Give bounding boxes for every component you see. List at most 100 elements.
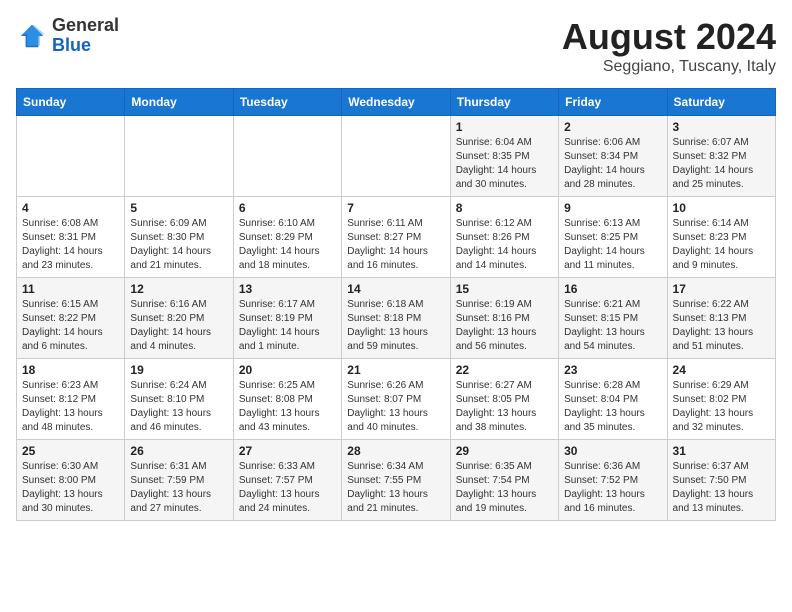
weekday-header: Thursday [450, 89, 558, 116]
day-info: Sunrise: 6:21 AM Sunset: 8:15 PM Dayligh… [564, 298, 661, 354]
day-number: 3 [673, 120, 770, 134]
calendar-day-cell: 31Sunrise: 6:37 AM Sunset: 7:50 PM Dayli… [667, 440, 775, 521]
calendar-day-cell: 17 Sunrise: 6:22 AM Sunset: 8:13 PM Dayli… [667, 278, 775, 359]
calendar-day-cell: 1 Sunrise: 6:04 AM Sunset: 8:35 PM Daylig… [450, 116, 558, 197]
calendar-day-cell: 7Sunrise: 6:11 AM Sunset: 8:27 PM Daylig… [342, 197, 450, 278]
day-number: 1 [456, 120, 553, 134]
logo-icon [16, 20, 48, 52]
day-info: Sunrise: 6:30 AM Sunset: 8:00 PM Dayligh… [22, 460, 119, 516]
weekday-header: Tuesday [233, 89, 341, 116]
day-info: Sunrise: 6:25 AM Sunset: 8:08 PM Dayligh… [239, 379, 336, 435]
calendar-week-row: 4 Sunrise: 6:08 AM Sunset: 8:31 PM Daylig… [17, 197, 776, 278]
calendar-day-cell: 12Sunrise: 6:16 AM Sunset: 8:20 PM Dayli… [125, 278, 233, 359]
calendar-day-cell: 25 Sunrise: 6:30 AM Sunset: 8:00 PM Dayli… [17, 440, 125, 521]
day-number: 20 [239, 363, 336, 377]
calendar-day-cell: 9 Sunrise: 6:13 AM Sunset: 8:25 PM Daylig… [559, 197, 667, 278]
weekday-header: Friday [559, 89, 667, 116]
day-number: 4 [22, 201, 119, 215]
calendar-day-cell: 11Sunrise: 6:15 AM Sunset: 8:22 PM Dayli… [17, 278, 125, 359]
day-number: 6 [239, 201, 336, 215]
day-info: Sunrise: 6:15 AM Sunset: 8:22 PM Dayligh… [22, 298, 119, 354]
calendar-day-cell: 21 Sunrise: 6:26 AM Sunset: 8:07 PM Dayli… [342, 359, 450, 440]
calendar-day-cell: 5 Sunrise: 6:09 AM Sunset: 8:30 PM Daylig… [125, 197, 233, 278]
day-number: 27 [239, 444, 336, 458]
day-number: 16 [564, 282, 661, 296]
day-number: 15 [456, 282, 553, 296]
calendar-day-cell: 27 Sunrise: 6:33 AM Sunset: 7:57 PM Dayli… [233, 440, 341, 521]
day-info: Sunrise: 6:35 AM Sunset: 7:54 PM Dayligh… [456, 460, 553, 516]
day-info: Sunrise: 6:17 AM Sunset: 8:19 PM Dayligh… [239, 298, 336, 354]
day-info: Sunrise: 6:34 AM Sunset: 7:55 PM Dayligh… [347, 460, 444, 516]
calendar-day-cell: 18 Sunrise: 6:23 AM Sunset: 8:12 PM Dayli… [17, 359, 125, 440]
calendar-day-cell: 10Sunrise: 6:14 AM Sunset: 8:23 PM Dayli… [667, 197, 775, 278]
day-info: Sunrise: 6:26 AM Sunset: 8:07 PM Dayligh… [347, 379, 444, 435]
day-number: 5 [130, 201, 227, 215]
calendar-day-cell: 8Sunrise: 6:12 AM Sunset: 8:26 PM Daylig… [450, 197, 558, 278]
title-block: August 2024 Seggiano, Tuscany, Italy [562, 16, 776, 76]
calendar-day-cell: 19 Sunrise: 6:24 AM Sunset: 8:10 PM Dayli… [125, 359, 233, 440]
calendar-day-cell: 24Sunrise: 6:29 AM Sunset: 8:02 PM Dayli… [667, 359, 775, 440]
calendar-table: SundayMondayTuesdayWednesdayThursdayFrid… [16, 88, 776, 521]
day-info: Sunrise: 6:28 AM Sunset: 8:04 PM Dayligh… [564, 379, 661, 435]
calendar-day-cell: 16 Sunrise: 6:21 AM Sunset: 8:15 PM Dayli… [559, 278, 667, 359]
calendar-week-row: 18 Sunrise: 6:23 AM Sunset: 8:12 PM Dayli… [17, 359, 776, 440]
day-info: Sunrise: 6:08 AM Sunset: 8:31 PM Dayligh… [22, 217, 119, 273]
logo-text: General Blue [52, 16, 119, 56]
day-info: Sunrise: 6:11 AM Sunset: 8:27 PM Dayligh… [347, 217, 444, 273]
calendar-day-cell: 6 Sunrise: 6:10 AM Sunset: 8:29 PM Daylig… [233, 197, 341, 278]
day-number: 17 [673, 282, 770, 296]
calendar-day-cell: 3 Sunrise: 6:07 AM Sunset: 8:32 PM Daylig… [667, 116, 775, 197]
day-info: Sunrise: 6:07 AM Sunset: 8:32 PM Dayligh… [673, 136, 770, 192]
day-info: Sunrise: 6:06 AM Sunset: 8:34 PM Dayligh… [564, 136, 661, 192]
day-number: 18 [22, 363, 119, 377]
calendar-day-cell: 20 Sunrise: 6:25 AM Sunset: 8:08 PM Dayli… [233, 359, 341, 440]
day-info: Sunrise: 6:10 AM Sunset: 8:29 PM Dayligh… [239, 217, 336, 273]
day-number: 23 [564, 363, 661, 377]
day-number: 21 [347, 363, 444, 377]
weekday-header-row: SundayMondayTuesdayWednesdayThursdayFrid… [17, 89, 776, 116]
day-number: 25 [22, 444, 119, 458]
calendar-week-row: 11Sunrise: 6:15 AM Sunset: 8:22 PM Dayli… [17, 278, 776, 359]
day-info: Sunrise: 6:12 AM Sunset: 8:26 PM Dayligh… [456, 217, 553, 273]
day-number: 19 [130, 363, 227, 377]
day-number: 13 [239, 282, 336, 296]
day-info: Sunrise: 6:27 AM Sunset: 8:05 PM Dayligh… [456, 379, 553, 435]
calendar-day-cell: 23 Sunrise: 6:28 AM Sunset: 8:04 PM Dayli… [559, 359, 667, 440]
calendar-day-cell [233, 116, 341, 197]
day-info: Sunrise: 6:04 AM Sunset: 8:35 PM Dayligh… [456, 136, 553, 192]
day-number: 9 [564, 201, 661, 215]
location: Seggiano, Tuscany, Italy [562, 58, 776, 76]
day-number: 29 [456, 444, 553, 458]
day-info: Sunrise: 6:19 AM Sunset: 8:16 PM Dayligh… [456, 298, 553, 354]
calendar-day-cell: 4 Sunrise: 6:08 AM Sunset: 8:31 PM Daylig… [17, 197, 125, 278]
calendar-day-cell: 15 Sunrise: 6:19 AM Sunset: 8:16 PM Dayli… [450, 278, 558, 359]
calendar-day-cell: 13 Sunrise: 6:17 AM Sunset: 8:19 PM Dayli… [233, 278, 341, 359]
logo-general: General [52, 15, 119, 35]
day-number: 26 [130, 444, 227, 458]
calendar-day-cell: 2 Sunrise: 6:06 AM Sunset: 8:34 PM Daylig… [559, 116, 667, 197]
day-info: Sunrise: 6:22 AM Sunset: 8:13 PM Dayligh… [673, 298, 770, 354]
calendar-day-cell [17, 116, 125, 197]
logo: General Blue [16, 16, 119, 56]
day-number: 28 [347, 444, 444, 458]
day-info: Sunrise: 6:09 AM Sunset: 8:30 PM Dayligh… [130, 217, 227, 273]
day-info: Sunrise: 6:18 AM Sunset: 8:18 PM Dayligh… [347, 298, 444, 354]
day-info: Sunrise: 6:13 AM Sunset: 8:25 PM Dayligh… [564, 217, 661, 273]
page-header: General Blue August 2024 Seggiano, Tusca… [16, 16, 776, 76]
day-info: Sunrise: 6:24 AM Sunset: 8:10 PM Dayligh… [130, 379, 227, 435]
day-number: 14 [347, 282, 444, 296]
calendar-week-row: 25 Sunrise: 6:30 AM Sunset: 8:00 PM Dayli… [17, 440, 776, 521]
day-number: 2 [564, 120, 661, 134]
calendar-day-cell: 14 Sunrise: 6:18 AM Sunset: 8:18 PM Dayli… [342, 278, 450, 359]
day-info: Sunrise: 6:29 AM Sunset: 8:02 PM Dayligh… [673, 379, 770, 435]
day-info: Sunrise: 6:37 AM Sunset: 7:50 PM Dayligh… [673, 460, 770, 516]
calendar-day-cell [342, 116, 450, 197]
day-info: Sunrise: 6:33 AM Sunset: 7:57 PM Dayligh… [239, 460, 336, 516]
weekday-header: Sunday [17, 89, 125, 116]
day-number: 22 [456, 363, 553, 377]
calendar-day-cell [125, 116, 233, 197]
day-number: 12 [130, 282, 227, 296]
day-info: Sunrise: 6:31 AM Sunset: 7:59 PM Dayligh… [130, 460, 227, 516]
weekday-header: Wednesday [342, 89, 450, 116]
day-info: Sunrise: 6:23 AM Sunset: 8:12 PM Dayligh… [22, 379, 119, 435]
